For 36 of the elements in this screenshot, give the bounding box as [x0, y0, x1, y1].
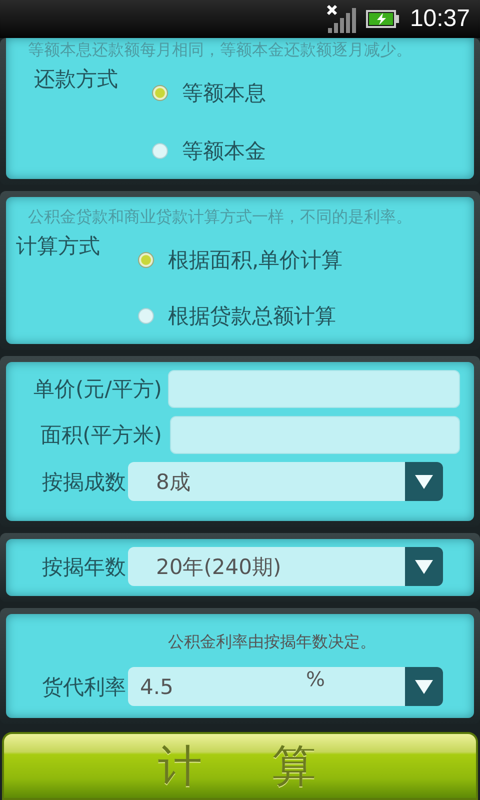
dropdown-value: 4.5: [139, 674, 174, 700]
dropdown-value: 20年(240期): [155, 554, 282, 580]
dropdown-arrow-icon: [414, 474, 434, 490]
group-label: 还款方式: [33, 66, 118, 93]
field-label: 按揭年数: [41, 554, 126, 580]
field-label: 按揭成数: [41, 468, 126, 496]
field-label: 面积(平方米): [40, 422, 162, 449]
dropdown-arrow-icon: [414, 678, 434, 694]
dropdown[interactable]: 20年(240期): [128, 547, 443, 586]
radio-option[interactable]: 根据面积,单价计算: [138, 246, 343, 274]
dropdown-value: 8成: [155, 468, 192, 496]
clock-time: 10:37: [410, 5, 470, 33]
hint-text: 公积金利率由按揭年数决定。: [167, 632, 377, 653]
signal-icon: [326, 4, 356, 34]
hint-text: 等额本息还款额每月相同，等额本金还款额逐月减少。: [27, 40, 413, 61]
radio-option[interactable]: 根据贷款总额计算: [138, 302, 336, 330]
group-label: 计算方式: [16, 233, 100, 260]
hint-text: 公积金贷款和商业贷款计算方式一样，不同的是利率。: [27, 207, 413, 228]
dropdown[interactable]: 8成: [128, 462, 443, 501]
radio-option[interactable]: 等额本金: [152, 137, 266, 165]
battery-charging-icon: [366, 10, 400, 28]
dropdown[interactable]: 4.5 %: [128, 667, 443, 706]
field-label: 单价(元/平方): [32, 376, 162, 403]
dropdown-button[interactable]: [405, 667, 443, 706]
radio-button[interactable]: [152, 85, 168, 101]
dropdown-button[interactable]: [405, 462, 443, 501]
unit-label: %: [306, 667, 325, 693]
dropdown-arrow-icon: [414, 558, 434, 574]
input-field[interactable]: [168, 370, 460, 408]
radio-option[interactable]: 等额本息: [152, 79, 266, 107]
dropdown-button[interactable]: [405, 547, 443, 586]
input-field[interactable]: [170, 416, 460, 454]
radio-button[interactable]: [138, 308, 154, 324]
radio-button[interactable]: [138, 252, 154, 268]
radio-button[interactable]: [152, 143, 168, 159]
field-label: 货代利率: [41, 674, 126, 700]
